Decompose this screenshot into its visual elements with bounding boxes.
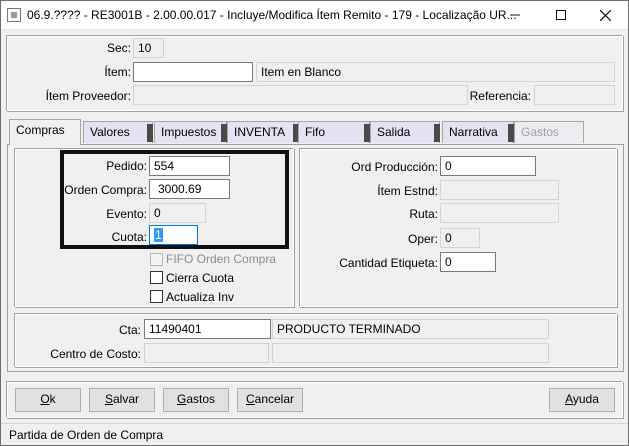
title-bar: 06.9.???? - RE3001B - 2.00.00.017 - Incl…: [1, 1, 628, 30]
close-button[interactable]: [583, 1, 628, 30]
status-text: Partida de Orden de Compra: [9, 428, 164, 442]
tab-fifo[interactable]: Fifo: [298, 121, 370, 143]
cantidad-etiqueta-label: Cantidad Etiqueta:: [339, 256, 438, 270]
fifo-orden-compra-checkbox: [150, 253, 163, 266]
close-icon: [599, 9, 612, 22]
cancelar-button[interactable]: Cancelar: [237, 388, 303, 412]
tab-fifo-label: Fifo: [305, 125, 326, 139]
evento-field: 0: [149, 203, 206, 223]
ok-button[interactable]: Ok: [15, 388, 81, 412]
item-estnd-label: Ítem Estnd:: [377, 184, 438, 198]
gastos-button[interactable]: Gastos: [163, 388, 229, 412]
ruta-field: [440, 203, 559, 223]
pedido-field[interactable]: 554: [149, 156, 230, 176]
oper-field: 0: [440, 228, 480, 248]
cuota-label: Cuota:: [111, 230, 147, 244]
cta-label: Cta:: [118, 323, 141, 337]
centro-costo-field: [144, 343, 269, 363]
maximize-button[interactable]: [538, 1, 583, 30]
tab-impuestos-label: Impuestos: [161, 125, 217, 139]
cuota-field[interactable]: 1: [149, 225, 198, 245]
sec-field: 10: [133, 38, 164, 58]
referencia-field: [534, 85, 615, 105]
item-description: Item en Blanco: [256, 62, 615, 82]
item-proveedor-label: Ítem Proveedor:: [45, 89, 131, 103]
evento-label: Evento:: [106, 207, 147, 221]
tab-inventa[interactable]: INVENTA: [227, 121, 299, 143]
ord-produccion-label: Ord Producción:: [351, 160, 438, 174]
item-field[interactable]: [133, 62, 253, 82]
tab-narrativa[interactable]: Narrativa: [442, 121, 514, 143]
ord-produccion-field[interactable]: 0: [440, 156, 536, 176]
cta-description: PRODUCTO TERMINADO: [272, 319, 549, 339]
tab-inventa-label: INVENTA: [234, 125, 286, 139]
item-estnd-field: [440, 180, 559, 200]
actualiza-inv-checkbox[interactable]: [150, 290, 163, 303]
cuota-value: 1: [154, 228, 163, 242]
cta-field[interactable]: 11490401: [144, 319, 271, 339]
orden-compra-label: Orden Compra:: [64, 183, 147, 197]
ruta-label: Ruta:: [409, 207, 438, 221]
tab-narrativa-label: Narrativa: [449, 125, 498, 139]
app-icon: [7, 8, 21, 22]
tab-valores-label: Valores: [90, 125, 130, 139]
tab-compras[interactable]: Compras: [9, 119, 81, 145]
orden-compra-field[interactable]: 3000.69: [149, 179, 230, 199]
sec-label: Sec:: [106, 41, 131, 55]
tab-impuestos[interactable]: Impuestos: [154, 121, 227, 143]
tab-valores[interactable]: Valores: [83, 121, 153, 143]
salvar-button[interactable]: Salvar: [89, 388, 155, 412]
centro-costo-label: Centro de Costo:: [50, 347, 141, 361]
maximize-icon: [555, 10, 566, 20]
tab-salida[interactable]: Salida: [370, 121, 440, 143]
window-title: 06.9.???? - RE3001B - 2.00.00.017 - Incl…: [27, 8, 517, 22]
cierra-cuota-label: Cierra Cuota: [166, 271, 235, 285]
tab-gastos-label: Gastos: [521, 125, 560, 139]
tab-compras-label: Compras: [16, 123, 65, 137]
window: 06.9.???? - RE3001B - 2.00.00.017 - Incl…: [0, 0, 629, 446]
tab-gastos: Gastos: [514, 121, 584, 143]
cantidad-etiqueta-field[interactable]: 0: [440, 252, 496, 272]
oper-label: Oper:: [407, 232, 438, 246]
pedido-label: Pedido:: [106, 159, 147, 173]
ayuda-button[interactable]: Ayuda: [549, 388, 615, 412]
cierra-cuota-checkbox[interactable]: [150, 271, 163, 284]
minimize-button[interactable]: [492, 1, 537, 30]
tab-salida-label: Salida: [377, 125, 411, 139]
centro-costo-description: [272, 343, 549, 363]
item-proveedor-field: [133, 85, 468, 105]
fifo-orden-compra-label: FIFO Orden Compra: [166, 252, 277, 266]
minimize-icon: [509, 14, 520, 16]
status-bar: Partida de Orden de Compra: [1, 423, 628, 445]
item-label: Ítem:: [104, 65, 131, 79]
actualiza-inv-label: Actualiza Inv: [166, 290, 235, 304]
referencia-label: Referencia:: [469, 89, 531, 103]
